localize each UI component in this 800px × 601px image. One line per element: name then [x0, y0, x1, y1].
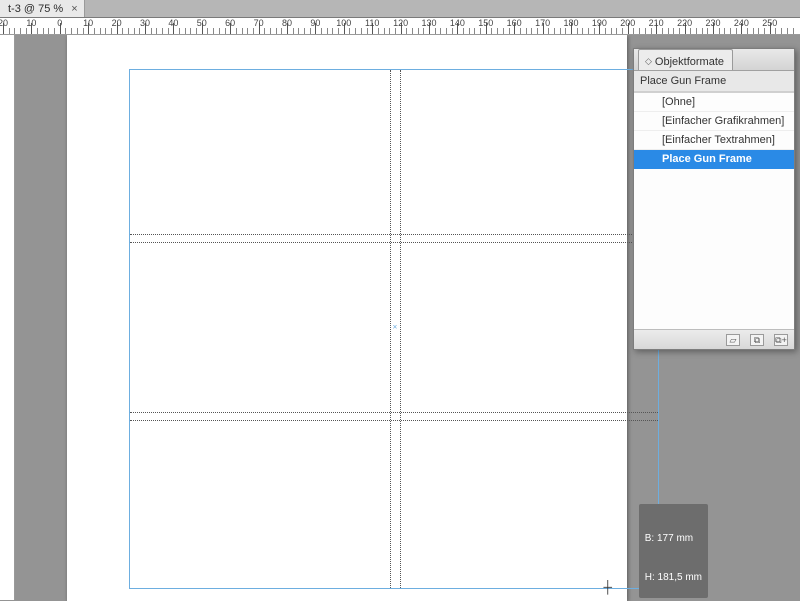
ruler-label: 240	[734, 18, 749, 28]
ruler-label: 70	[254, 18, 264, 28]
measurement-tooltip: B: 177 mm H: 181,5 mm	[639, 504, 708, 598]
guide-vertical	[400, 70, 401, 588]
panel-footer: ▱ ⧉ ⧉+	[634, 329, 794, 349]
style-list-item[interactable]: [Ohne]	[634, 93, 794, 112]
crosshair-cursor-icon: ┼	[603, 580, 612, 594]
ruler-label: 80	[282, 18, 292, 28]
panel-active-style: Place Gun Frame	[634, 71, 794, 92]
ruler-vertical[interactable]	[0, 35, 15, 600]
ruler-label: 50	[197, 18, 207, 28]
ruler-horizontal[interactable]: 2010010203040506070809010011012013014015…	[0, 18, 800, 35]
document-tab[interactable]: t-3 @ 75 % ×	[0, 0, 85, 17]
ruler-label: 0	[57, 18, 62, 28]
panel-tab-objektformate[interactable]: ◇ Objektformate	[638, 49, 733, 70]
ruler-label: 170	[535, 18, 550, 28]
guide-vertical	[390, 70, 391, 588]
document-tabbar: t-3 @ 75 % ×	[0, 0, 800, 18]
collapse-icon[interactable]: ◇	[645, 58, 652, 65]
tooltip-height: H: 181,5 mm	[645, 571, 702, 584]
ruler-label: 250	[762, 18, 777, 28]
guide-horizontal	[130, 412, 658, 413]
ruler-label: 120	[393, 18, 408, 28]
object-styles-panel[interactable]: ◇ Objektformate Place Gun Frame [Ohne][E…	[633, 48, 795, 350]
ruler-label: 180	[563, 18, 578, 28]
ruler-label: 130	[421, 18, 436, 28]
ruler-label: 60	[225, 18, 235, 28]
ruler-label: 20	[0, 18, 8, 28]
ruler-label: 30	[140, 18, 150, 28]
style-list-item[interactable]: [Einfacher Textrahmen]	[634, 131, 794, 150]
center-marker-icon: ×	[393, 323, 398, 332]
selection-frame[interactable]: ×	[129, 69, 659, 589]
ruler-label: 220	[677, 18, 692, 28]
ruler-label: 90	[310, 18, 320, 28]
ruler-label: 200	[620, 18, 635, 28]
ruler-label: 10	[26, 18, 36, 28]
tooltip-width: B: 177 mm	[645, 532, 702, 545]
guide-horizontal	[130, 420, 658, 421]
document-tab-title: t-3 @ 75 %	[8, 3, 63, 15]
panel-tab-label: Objektformate	[655, 56, 724, 68]
ruler-label: 40	[168, 18, 178, 28]
guide-horizontal	[130, 234, 658, 235]
ruler-label: 140	[450, 18, 465, 28]
ruler-label: 190	[592, 18, 607, 28]
ruler-label: 150	[478, 18, 493, 28]
style-list-item[interactable]: [Einfacher Grafikrahmen]	[634, 112, 794, 131]
ruler-label: 110	[365, 18, 379, 28]
new-style-plus-icon[interactable]: ⧉+	[774, 334, 788, 346]
new-style-icon[interactable]: ⧉	[750, 334, 764, 346]
ruler-label: 10	[83, 18, 93, 28]
guide-horizontal	[130, 242, 658, 243]
style-list-item[interactable]: Place Gun Frame	[634, 150, 794, 169]
folder-icon[interactable]: ▱	[726, 334, 740, 346]
ruler-label: 210	[649, 18, 664, 28]
ruler-label: 230	[705, 18, 720, 28]
ruler-label: 160	[507, 18, 522, 28]
panel-style-list: [Ohne][Einfacher Grafikrahmen][Einfacher…	[634, 92, 794, 329]
close-icon[interactable]: ×	[71, 3, 77, 15]
ruler-label: 20	[112, 18, 122, 28]
ruler-label: 100	[336, 18, 351, 28]
page: ×	[67, 35, 627, 601]
panel-tabrow: ◇ Objektformate	[634, 49, 794, 71]
